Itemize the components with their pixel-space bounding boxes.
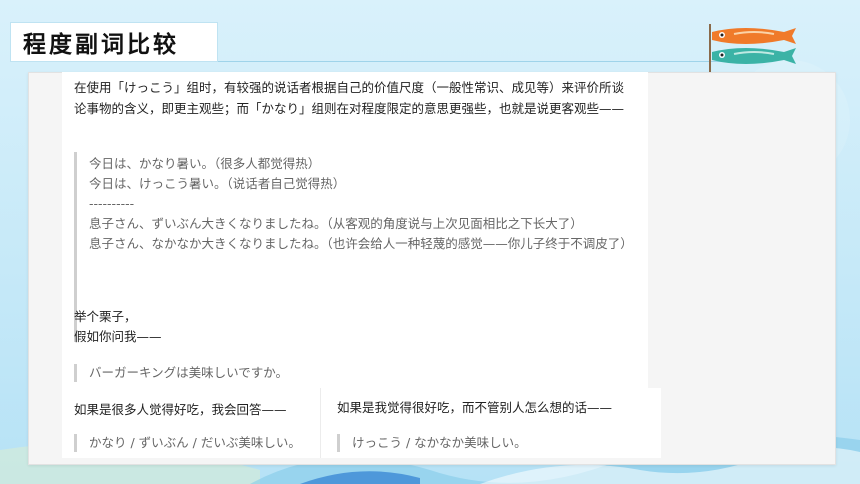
left-answer-quote: かなり / ずいぶん / だいぶ美味しい。 — [74, 434, 301, 452]
left-answer-block: 如果是很多人觉得好吃，我会回答—— かなり / ずいぶん / だいぶ美味しい。 — [62, 388, 320, 458]
right-answer-quote: けっこう / なかなか美味しい。 — [337, 434, 527, 452]
koinobori-carp-streamer-icon — [709, 24, 796, 72]
right-answer-block: 如果是我觉得很好吃，而不管别人怎么想的话—— けっこう / なかなか美味しい。 — [320, 388, 661, 458]
document-area: 在使用「けっこう」组时，有较强的说话者根据自己的价值尺度（一般性常识、成见等）来… — [62, 72, 648, 388]
slide-title: 程度副词比较 — [10, 22, 218, 62]
right-answer-label: 如果是我觉得很好吃，而不管别人怎么想的话—— — [337, 400, 613, 415]
example-line: 息子さん、ずいぶん大きくなりましたね。（从客观的角度说与上次见面相比之下长大了） — [89, 216, 583, 231]
intro-paragraph: 在使用「けっこう」组时，有较强的说话者根据自己的价值尺度（一般性常识、成见等）来… — [74, 80, 625, 116]
example-quote-block: 今日は、かなり暑い。（很多人都觉得热） 今日は、けっこう暑い。（说话者自己觉得热… — [74, 152, 644, 342]
title-divider — [218, 61, 758, 62]
example-separator: ---------- — [89, 196, 135, 211]
left-answer-label: 如果是很多人觉得好吃，我会回答—— — [74, 402, 287, 417]
example-line: 息子さん、なかなか大きくなりましたね。（也许会给人一种轻蔑的感觉——你儿子终于不… — [89, 236, 633, 251]
question-quote: バーガーキングは美味しいですか。 — [74, 364, 288, 382]
example-lead: 假如你问我—— — [74, 329, 162, 344]
example-line: 今日は、かなり暑い。（很多人都觉得热） — [89, 156, 321, 171]
example-lead: 举个栗子， — [74, 309, 137, 324]
example-line: 今日は、けっこう暑い。（说话者自己觉得热） — [89, 176, 346, 191]
